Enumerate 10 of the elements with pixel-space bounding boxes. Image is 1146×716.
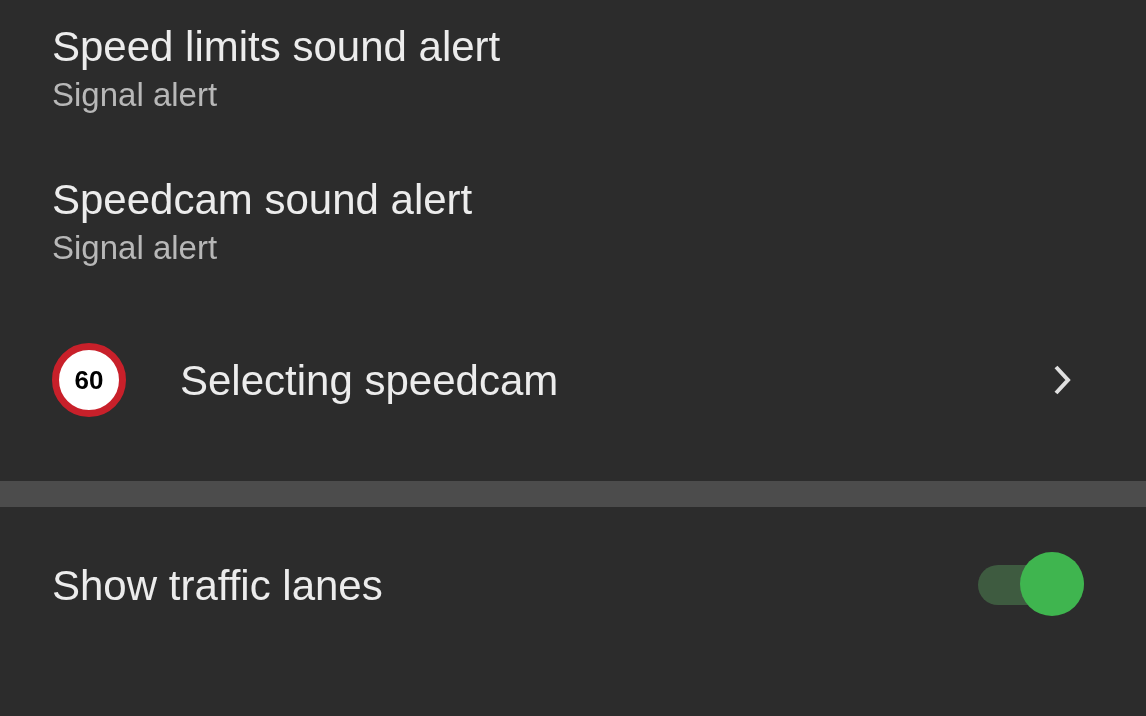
menu-item-label: Selecting speedcam xyxy=(180,355,560,406)
toggle-label: Show traffic lanes xyxy=(52,560,384,611)
setting-title[interactable]: Speedcam sound alert xyxy=(52,172,473,228)
speed-limit-icon: 60 xyxy=(52,343,126,417)
setting-title[interactable]: Speed limits sound alert xyxy=(52,19,501,75)
menu-item[interactable]: 60 Selecting speedcam xyxy=(0,330,1146,430)
setting-value: Signal alert xyxy=(52,75,218,115)
toggle-switch[interactable] xyxy=(978,552,1084,618)
chevron-right-icon xyxy=(1052,363,1072,397)
setting-value: Signal alert xyxy=(52,228,218,268)
